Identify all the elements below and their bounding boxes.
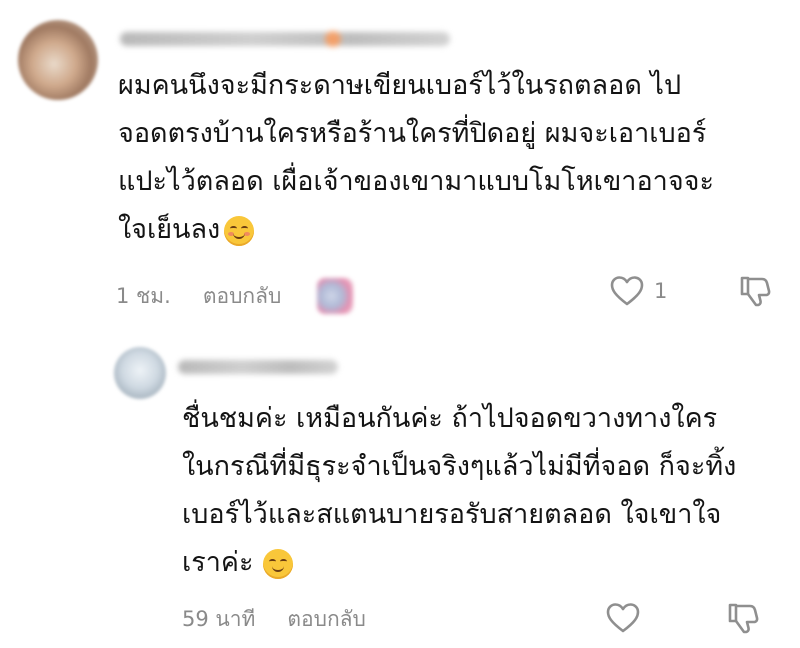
dislike-icon[interactable] — [738, 274, 772, 308]
comment-time: 1 ชม. — [116, 283, 171, 308]
comment-text: ชื่นชมค่ะ เหมือนกันค่ะ ถ้าไปจอดขวางทางใค… — [182, 395, 736, 587]
comment-time: 59 นาที — [182, 607, 256, 631]
reply-avatar[interactable] — [317, 278, 354, 314]
comment-line: ใจเย็นลง — [118, 214, 221, 245]
comment-line-last: ใจเย็นลง — [118, 206, 714, 254]
comment-item: ผมคนนึงจะมีกระดาษเขียนเบอร์ไว้ในรถตลอด ไ… — [0, 0, 800, 335]
comment-line: ชื่นชมค่ะ เหมือนกันค่ะ ถ้าไปจอดขวางทางใค… — [182, 403, 718, 434]
reply-button[interactable]: ตอบกลับ — [203, 280, 282, 313]
comment-text: ผมคนนึงจะมีกระดาษเขียนเบอร์ไว้ในรถตลอด ไ… — [118, 62, 714, 254]
comment-line: เราค่ะ — [182, 547, 254, 578]
comment-line: แปะไว้ตลอด เผื่อเจ้าของเขามาแบบโมโหเขาอา… — [118, 166, 714, 197]
comment-line: ผมคนนึงจะมีกระดาษเขียนเบอร์ไว้ในรถตลอด ไ… — [118, 70, 682, 101]
reply-comment-item: ชื่นชมค่ะ เหมือนกันค่ะ ถ้าไปจอดขวางทางใค… — [0, 335, 800, 648]
reply-button[interactable]: ตอบกลับ — [287, 603, 366, 636]
username-blurred[interactable] — [178, 360, 338, 374]
avatar[interactable] — [114, 347, 166, 399]
comment-line: เบอร์ไว้และสแตนบายรอรับสายตลอด ใจเขาใจ — [182, 499, 722, 530]
heart-icon[interactable] — [610, 275, 644, 307]
heart-icon[interactable] — [606, 602, 640, 634]
avatar[interactable] — [18, 20, 98, 100]
comment-line: ในกรณีที่มีธุระจำเป็นจริงๆแล้วไม่มีที่จอ… — [182, 451, 737, 482]
username-blurred[interactable] — [120, 31, 450, 47]
smiling-face-emoji-icon — [263, 548, 294, 579]
comment-meta: 59 นาที ตอบกลับ — [182, 603, 366, 636]
like-count: 1 — [654, 279, 668, 303]
comment-line: จอดตรงบ้านใครหรือร้านใครที่ปิดอยู่ ผมจะเ… — [118, 118, 707, 149]
smiling-face-emoji-icon — [224, 215, 255, 246]
comment-actions: 1 — [610, 274, 772, 308]
comment-meta: 1 ชม. ตอบกลับ — [116, 278, 354, 314]
comment-line-last: เราค่ะ — [182, 539, 736, 587]
comment-actions — [606, 601, 760, 635]
dislike-icon[interactable] — [726, 601, 760, 635]
